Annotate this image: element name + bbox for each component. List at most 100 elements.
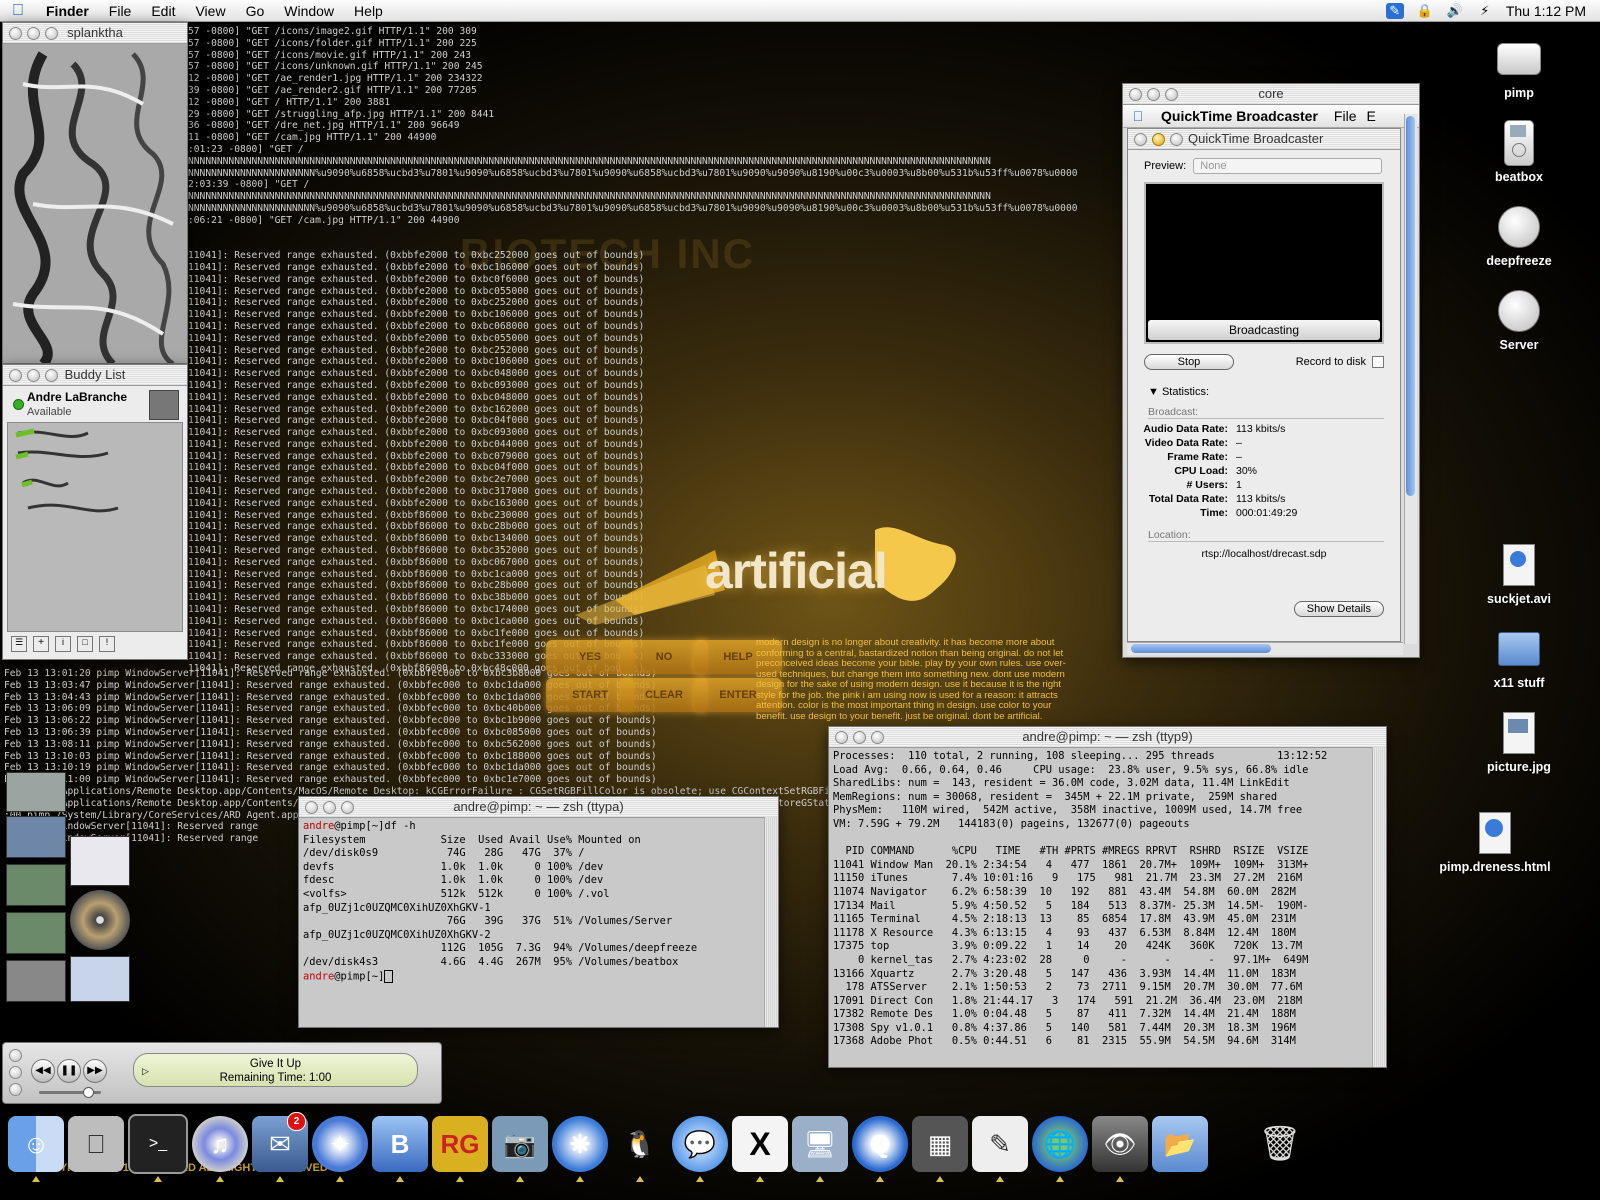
desktop-icon-beatbox[interactable]: beatbox xyxy=(1464,120,1574,184)
minimized-window-thumb[interactable] xyxy=(70,836,130,886)
volume-knob[interactable] xyxy=(83,1087,94,1098)
minimize-button[interactable] xyxy=(1152,133,1165,146)
buddy-list-titlebar[interactable]: Buddy List xyxy=(3,365,187,386)
buddy-name[interactable]: Andre LaBranche xyxy=(27,390,127,404)
close-button[interactable] xyxy=(305,801,318,814)
dock-bbedit-icon[interactable]: B xyxy=(372,1116,428,1182)
minimize-button[interactable] xyxy=(27,369,40,382)
desktop-icon-deepfreeze[interactable]: deepfreeze xyxy=(1464,204,1574,268)
close-button[interactable] xyxy=(9,369,22,382)
desktop-icon-server[interactable]: Server xyxy=(1464,288,1574,352)
dock-terminal-icon[interactable]: >_ xyxy=(128,1114,188,1182)
minimize-button[interactable] xyxy=(1147,88,1160,101)
remote-desktop-menu-icon[interactable]: ✎ xyxy=(1385,2,1404,19)
terminal-ttyp9-titlebar[interactable]: andre@pimp: ~ — zsh (ttyp9) xyxy=(829,727,1386,748)
add-buddy-icon[interactable]: + xyxy=(33,636,49,652)
close-button[interactable] xyxy=(1129,88,1142,101)
qt-menu-file[interactable]: File xyxy=(1326,108,1365,124)
dock-x11-icon[interactable]: X xyxy=(732,1116,788,1182)
zoom-button[interactable] xyxy=(341,801,354,814)
dock-system-prefs-icon[interactable]:  xyxy=(68,1116,124,1172)
zoom-button[interactable] xyxy=(9,1083,22,1096)
buddy-list-pane[interactable] xyxy=(7,422,183,632)
broadcasting-button[interactable]: Broadcasting xyxy=(1148,320,1380,340)
top-output[interactable]: Processes: 110 total, 2 running, 108 sle… xyxy=(829,748,1372,1067)
buddy-status[interactable]: Available xyxy=(27,406,71,418)
info-icon[interactable]: i xyxy=(55,636,71,652)
location-url[interactable]: rtsp://localhost/drecast.sdp xyxy=(1128,548,1400,560)
splanktha-titlebar[interactable]: splanktha xyxy=(3,23,187,44)
zoom-button[interactable] xyxy=(1170,133,1183,146)
qt-broadcaster-titlebar[interactable]: QuickTime Broadcaster xyxy=(1128,129,1400,150)
desktop-icon-pimp[interactable]: pimp xyxy=(1464,36,1574,100)
stop-button[interactable]: Stop xyxy=(1144,354,1234,370)
dock-remote-desktop-icon[interactable]: 🖥 xyxy=(792,1116,848,1182)
pause-icon[interactable]: ❚❚ xyxy=(57,1059,81,1083)
dock-folder-icon[interactable]: 📂 xyxy=(1152,1116,1208,1172)
dock-finder-icon[interactable]: ☺ xyxy=(8,1116,64,1182)
dock-grab-icon[interactable]: ▦ xyxy=(912,1116,968,1182)
disclosure-triangle-icon[interactable]: ▼ xyxy=(1148,386,1159,398)
zoom-button[interactable] xyxy=(45,369,58,382)
close-button[interactable] xyxy=(9,1049,22,1062)
minimize-button[interactable] xyxy=(9,1066,22,1079)
menu-app-finder[interactable]: Finder xyxy=(36,3,99,19)
record-to-disk-checkbox[interactable] xyxy=(1372,356,1384,368)
menu-edit[interactable]: Edit xyxy=(141,3,185,19)
close-button[interactable] xyxy=(9,27,22,40)
help-icon[interactable]: ! xyxy=(99,636,115,652)
core-hscroll-thumb[interactable] xyxy=(1131,644,1271,653)
zoom-button[interactable] xyxy=(45,27,58,40)
core-titlebar[interactable]: core xyxy=(1123,84,1419,105)
minimized-window-thumb[interactable] xyxy=(6,816,66,858)
desktop-icon-pimp-dreness-html[interactable]: pimp.dreness.html xyxy=(1420,810,1570,874)
now-playing-display[interactable]: ▷ Give It Up Remaining Time: 1:00 xyxy=(133,1053,418,1087)
dock-safari-icon[interactable]: ❋ xyxy=(552,1116,608,1182)
dock-quicktime-icon[interactable]: Q xyxy=(852,1116,908,1182)
minimize-button[interactable] xyxy=(853,731,866,744)
apple-menu-icon[interactable]:  xyxy=(0,2,36,20)
terminal-ttyp9-scrollbar[interactable] xyxy=(1372,747,1386,1067)
dock-ichat-icon[interactable]: 💬 xyxy=(672,1116,728,1182)
volume-slider[interactable] xyxy=(39,1087,101,1098)
volume-icon[interactable]: 🔊 xyxy=(1446,3,1464,19)
zoom-button[interactable] xyxy=(1165,88,1178,101)
dock-globe-icon[interactable]: 🌐 xyxy=(1032,1116,1088,1182)
minimized-window-thumb[interactable] xyxy=(6,912,66,954)
menu-go[interactable]: Go xyxy=(236,3,275,19)
dock-itunes-icon[interactable]: ♫ xyxy=(192,1116,248,1182)
dock-mail-icon[interactable]: ✉ 2 xyxy=(252,1112,308,1182)
desktop-icon-suckjet[interactable]: suckjet.avi xyxy=(1464,542,1574,606)
terminal-ttypa-scrollbar[interactable] xyxy=(764,817,778,1027)
close-button[interactable] xyxy=(1134,133,1147,146)
minimize-button[interactable] xyxy=(27,27,40,40)
core-horizontal-scrollbar[interactable] xyxy=(1127,642,1403,655)
minimized-dvd-thumb[interactable] xyxy=(70,890,130,950)
menu-view[interactable]: View xyxy=(185,3,235,19)
zoom-button[interactable] xyxy=(871,731,884,744)
show-details-button[interactable]: Show Details xyxy=(1293,601,1384,617)
previous-track-icon[interactable]: ◀◀ xyxy=(31,1059,55,1083)
core-vertical-scrollbar[interactable] xyxy=(1404,114,1417,644)
apple-menu-icon[interactable]:  xyxy=(1123,108,1153,124)
qt-menu-clipped[interactable]: E xyxy=(1364,108,1377,124)
chat-icon[interactable]: □ xyxy=(77,636,93,652)
minimized-window-thumb[interactable] xyxy=(6,864,66,906)
terminal-ttypa-content[interactable]: andre@pimp[~]df -h Filesystem Size Used … xyxy=(299,818,764,1027)
minimized-window-thumb[interactable] xyxy=(6,772,66,812)
next-track-icon[interactable]: ▶▶ xyxy=(83,1059,107,1083)
dock-eye-icon[interactable]: 👁 xyxy=(1092,1116,1148,1182)
menu-window[interactable]: Window xyxy=(274,3,344,19)
core-vscroll-thumb[interactable] xyxy=(1406,116,1415,496)
desktop-icon-picture[interactable]: picture.jpg xyxy=(1464,710,1574,774)
minimized-window-thumb[interactable] xyxy=(70,956,130,1002)
minimize-button[interactable] xyxy=(323,801,336,814)
buddy-avatar[interactable] xyxy=(149,390,179,420)
lock-icon[interactable]: 🔒 xyxy=(1416,3,1434,19)
dock-trash-icon[interactable]: 🗑 xyxy=(1252,1116,1308,1172)
qt-app-menu[interactable]: QuickTime Broadcaster xyxy=(1153,108,1326,124)
dock-textedit-icon[interactable]: ✎ xyxy=(972,1116,1028,1182)
dock-rg-icon[interactable]: RG xyxy=(432,1116,488,1182)
dock-penguin-icon[interactable]: 🐧 xyxy=(612,1116,668,1182)
preview-select[interactable]: None xyxy=(1193,158,1383,174)
